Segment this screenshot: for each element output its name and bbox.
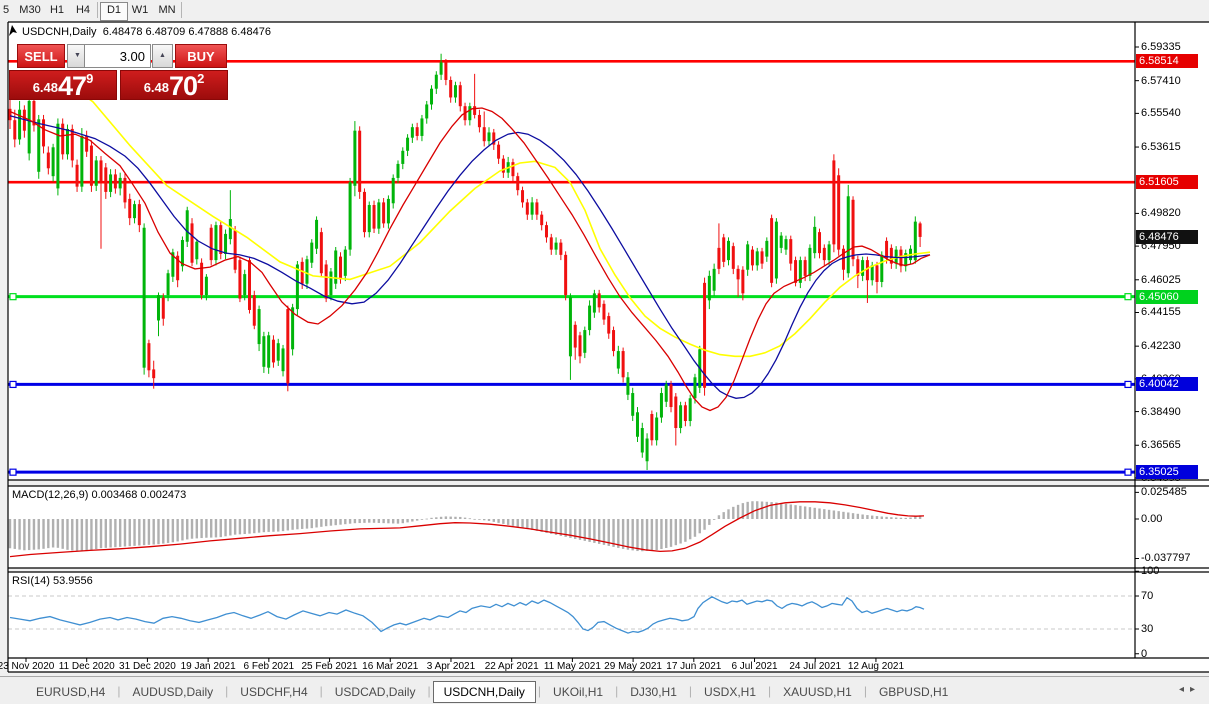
price-axis-tick: 6.36565 [1141,439,1181,452]
price-axis-tick: 6.57410 [1141,74,1181,87]
rsi-axis-tick: 0 [1141,647,1148,660]
volume-input[interactable] [84,44,151,68]
trading-app-window: 5 M30 H1 H4 D1 W1 MN USDCNH,Daily 6.48478 6.48… [0,0,1209,704]
price-badge-6.51605: 6.51605 [1136,175,1198,190]
tab-scroll-left-icon[interactable]: ◂ [1179,684,1190,695]
line-handle[interactable] [1124,293,1132,301]
date-axis-label: 23 Nov 2020 [0,661,55,672]
tab-usdcnh-daily[interactable]: USDCNH,Daily [432,680,536,703]
rsi-axis-tick: 30 [1141,623,1154,635]
price-axis-tick: 6.44155 [1141,306,1181,319]
sell-price-big: 47 [58,71,87,101]
rsi-label: RSI(14) 53.9556 [12,575,93,587]
sell-price-small: 6.48 [32,80,59,95]
price-badge-6.58514: 6.58514 [1136,54,1198,69]
buy-price-panel[interactable]: 6.48702 [120,70,228,101]
tab-scroll-arrows[interactable]: ◂▸ [1179,684,1201,695]
date-axis-label: 6 Feb 2021 [243,661,295,672]
line-handle[interactable] [9,468,17,476]
symbol-tab-bar: EURUSD,H4 | AUDUSD,Daily | USDCHF,H4 | USDCAD,… [0,676,1209,704]
macd-axis-tick: 0.025485 [1141,486,1187,499]
sell-button[interactable]: SELL [17,44,65,68]
buy-price-sup: 2 [197,71,205,86]
rsi-axis-tick: 100 [1141,565,1160,578]
cursor-arrow-icon [9,25,17,36]
triangle-down-icon: ▼ [74,52,81,59]
tab-usdcad-daily[interactable]: USDCAD,Daily [325,682,426,702]
triangle-up-icon: ▲ [159,52,166,59]
price-axis-tick: 6.55540 [1141,107,1181,120]
date-axis-label: 11 May 2021 [543,661,601,672]
line-handle[interactable] [9,380,17,389]
volume-step-up-button[interactable]: ▲ [152,44,173,68]
tab-scroll-right-icon[interactable]: ▸ [1190,684,1201,695]
price-axis-tick: 6.38490 [1141,405,1181,418]
price-badge-6.40042: 6.40042 [1136,377,1198,392]
chart-symbol-label: USDCNH,Daily [22,26,97,38]
chart-title: USDCNH,Daily 6.48478 6.48709 6.47888 6.4… [22,26,271,38]
sell-price-panel[interactable]: 6.48479 [9,70,117,101]
date-axis-label: 24 Jul 2021 [789,661,842,672]
price-axis-tick: 6.53615 [1141,141,1181,154]
buy-button[interactable]: BUY [175,44,227,68]
macd-label: MACD(12,26,9) 0.003468 0.002473 [12,489,187,501]
date-axis-label: 16 Mar 2021 [362,661,419,672]
macd-axis-tick: -0.037797 [1141,552,1191,565]
tab-gbpusd-h1[interactable]: GBPUSD,H1 [869,682,958,702]
ohlc-open: 6.48478 [102,26,143,38]
price-axis-tick: 6.59335 [1141,41,1181,53]
tab-usdx-h1[interactable]: USDX,H1 [694,682,766,702]
price-axis-tick: 6.46025 [1141,273,1181,286]
tab-separator: | [537,684,542,698]
date-axis-label: 19 Jan 2021 [180,661,236,672]
tab-xauusd-h1[interactable]: XAUUSD,H1 [773,682,862,702]
date-axis-label: 17 Jun 2021 [666,661,722,672]
tab-dj30-h1[interactable]: DJ30,H1 [620,682,687,702]
buy-price-big: 70 [169,71,198,101]
tab-separator: | [615,684,619,698]
rsi-axis-tick: 70 [1141,590,1154,602]
date-axis-label: 11 Dec 2020 [58,661,115,672]
tab-audusd-daily[interactable]: AUDUSD,Daily [122,682,223,702]
tab-separator: | [688,684,692,698]
tab-separator: | [319,684,323,698]
tab-separator: | [225,684,229,698]
line-handle[interactable] [9,293,17,301]
price-chart-canvas[interactable] [0,0,1209,704]
tab-separator: | [117,684,121,698]
date-axis-label: 3 Apr 2021 [426,661,476,672]
sell-price-sup: 9 [86,71,94,86]
date-axis-label: 22 Apr 2021 [484,661,539,672]
line-handle[interactable] [1124,468,1132,476]
tab-eurusd-h4[interactable]: EURUSD,H4 [26,682,115,702]
ohlc-close: 6.48476 [231,26,271,38]
date-axis-label: 6 Jul 2021 [731,661,778,672]
price-badge-6.48476: 6.48476 [1136,229,1198,244]
line-handle[interactable] [1124,380,1132,389]
price-axis-tick: 6.42230 [1141,340,1181,353]
price-badge-6.35025: 6.35025 [1136,465,1198,480]
tab-separator: | [863,684,867,698]
tab-usdchf-h4[interactable]: USDCHF,H4 [230,682,317,702]
ohlc-high: 6.48709 [145,26,186,38]
date-axis-label: 31 Dec 2020 [119,661,176,672]
date-axis-label: 25 Feb 2021 [301,661,358,672]
buy-price-small: 6.48 [143,80,170,95]
tab-ukoil-h1[interactable]: UKOil,H1 [543,682,613,702]
tab-separator: | [768,684,772,698]
price-axis-tick: 6.49820 [1141,207,1181,220]
price-badge-6.45060: 6.45060 [1136,289,1198,304]
date-axis-label: 29 May 2021 [604,661,663,672]
date-axis-label: 12 Aug 2021 [847,661,905,672]
ohlc-low: 6.47888 [188,26,229,38]
tab-separator: | [427,684,431,698]
macd-axis-tick: 0.00 [1141,513,1163,525]
